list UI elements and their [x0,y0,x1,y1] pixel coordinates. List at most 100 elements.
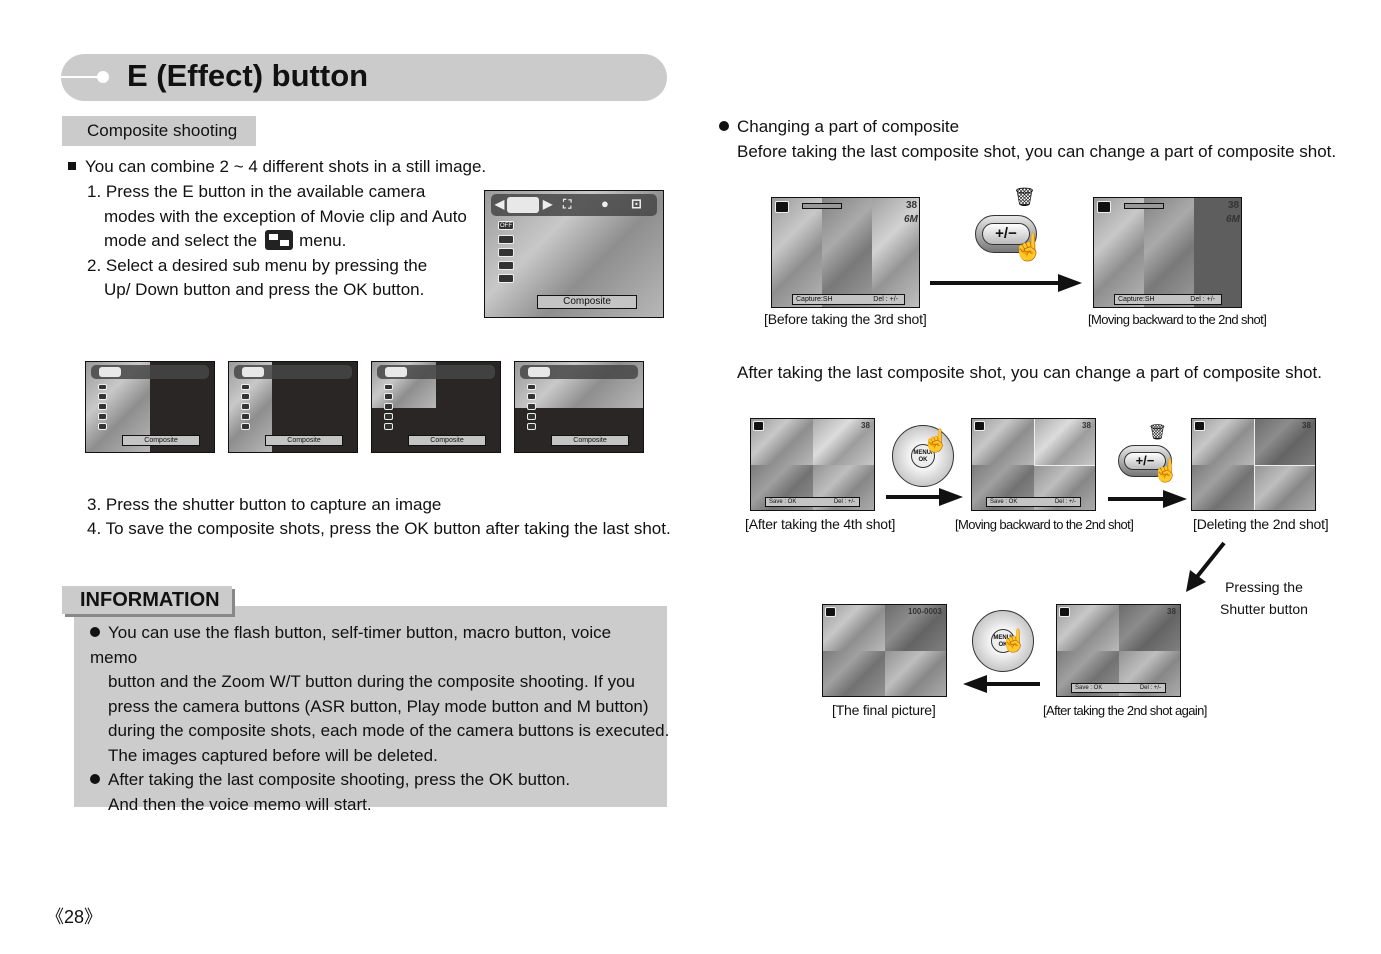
status-left: Save : OK [769,499,797,505]
section-tag: Composite shooting [62,116,256,146]
composite-caption: Composite [265,435,343,446]
off-option-icon [384,384,393,390]
play-mode-icon [825,607,836,617]
right-arrow-icon: ▶ [543,197,553,211]
arrow-right-head [1163,490,1187,508]
effect-menu-bar [520,365,638,379]
moving-back-2nd-screen: 38 6M Capture:SH Del : +/- [1093,197,1242,308]
composite-menu-icon [265,230,294,250]
after-text: After taking the last composite shot, yo… [737,363,1322,382]
arrow-right [886,495,941,499]
option-icon [241,393,250,400]
option-icon [384,423,393,430]
progress-bar [1124,203,1164,209]
step-1-line-1: 1. Press the E button in the available c… [87,182,426,201]
information-content: You can use the flash button, self-timer… [90,621,670,817]
deleting-2nd-shot-screen: 38 [1191,418,1316,511]
four-grid-option-icon [498,261,514,270]
info-line: And then the voice memo will start. [108,794,372,814]
pointing-hand-icon: ☝ [1012,232,1045,262]
three-split-option-icon [498,248,514,257]
right-heading: Changing a part of composite [719,115,959,140]
option-icon [98,423,107,430]
shot-1 [1094,198,1144,307]
delete-trash-icon: 🗑 [1148,424,1168,441]
shots-remaining: 38 [1302,421,1311,430]
caption-moving-back-after: [Moving backward to the 2nd shot] [955,517,1134,532]
info-bullet-1: You can use the flash button, self-timer… [90,621,660,670]
page-number: 《28》 [46,907,103,927]
info-line: press the camera buttons (ASR button, Pl… [108,696,649,716]
off-option-icon [241,384,250,390]
file-number: 100-0003 [908,607,942,616]
info-line: during the composite shots, each mode of… [108,721,670,740]
info-line: button and the Zoom W/T button during th… [108,672,635,691]
bullet-icon [90,627,100,637]
option-icon [384,403,393,410]
left-arrow-icon: ◀ [495,197,505,211]
off-option-icon [98,384,107,390]
shutter-note-line-2: Shutter button [1220,601,1308,617]
step-1-line-2: modes with the exception of Movie clip a… [104,206,467,226]
moving-back-2nd-screen-after: 38 Save : OK Del : +/- [971,418,1096,511]
final-picture-screen: 100-0003 [822,604,947,697]
composite-caption: Composite [551,435,629,446]
info-line: The images captured before will be delet… [108,745,438,765]
shots-remaining: 38 [1167,607,1176,616]
image-size: 6M [1226,214,1240,225]
status-right: Del : +/- [1054,499,1076,505]
composite-caption: Composite [408,435,486,446]
title-decoration-dot [97,71,109,83]
status-left: Save : OK [990,499,1018,505]
info-line: After taking the last composite shooting… [108,770,571,789]
title-decoration-line [61,76,99,78]
face-frame-icon: ⛶ [563,197,572,211]
square-bullet-icon [68,162,76,170]
caption-moving-back: [Moving backward to the 2nd shot] [1088,312,1267,327]
after-4th-shot-screen: 38 Save : OK Del : +/- [750,418,875,511]
bullet-icon [90,774,100,784]
before-text: Before taking the last composite shot, y… [737,142,1337,161]
shots-remaining: 38 [861,421,870,430]
step-3: 3. Press the shutter button to capture a… [87,495,442,514]
arrow-right-head [939,488,963,506]
step-1-line-3: mode and select the menu. [87,229,477,254]
step-2-line-2: Up/ Down button and press the OK button. [104,280,425,299]
pointing-hand-icon: ☝ [922,428,950,453]
camera-mode-icon [1059,607,1070,617]
option-icon [527,403,536,410]
arrow-right-head [1058,274,1082,292]
step-1-line-3a: mode and select the [104,231,258,250]
shot-4 [1254,465,1315,510]
shots-remaining: 38 [1082,421,1091,430]
shot-3 [823,651,885,696]
option-icon [241,423,250,430]
caption-after-2nd-again: [After taking the 2nd shot again] [1043,703,1207,718]
shot-2-selected [1144,198,1194,307]
option-icon [527,423,536,430]
arrow-left-head [963,675,987,693]
step-4: 4. To save the composite shots, press th… [87,519,671,538]
intro-text: You can combine 2 ~ 4 different shots in… [85,157,487,176]
sub-screen-4-shots: Composite [371,361,501,453]
shutter-note-line-1: Pressing the [1225,579,1303,595]
arrow-left [986,682,1040,686]
pointing-hand-icon: ☝ [1152,458,1180,483]
caption-final: [The final picture] [832,702,936,718]
frame-icon: ⊡ [631,196,642,211]
step-1-line-3b: menu. [299,231,347,250]
shot-4 [885,651,946,696]
pointing-hand-icon: ☝ [1000,628,1028,653]
after-2nd-shot-again-screen: 38 Save : OK Del : +/- [1056,604,1181,697]
sub-screen-2-horizontal: Composite [514,361,644,453]
composite-caption: Composite [122,435,200,446]
camera-mode-icon [753,421,764,431]
off-option-icon: OFF [498,221,514,230]
camera-mode-icon [974,421,985,431]
sub-screen-3-shots: Composite [228,361,358,453]
caption-deleting: [Deleting the 2nd shot] [1193,516,1329,532]
two-horizontal-option-icon [498,274,514,283]
status-left: Capture:SH [796,296,833,303]
option-icon [241,403,250,410]
option-icon [98,393,107,400]
